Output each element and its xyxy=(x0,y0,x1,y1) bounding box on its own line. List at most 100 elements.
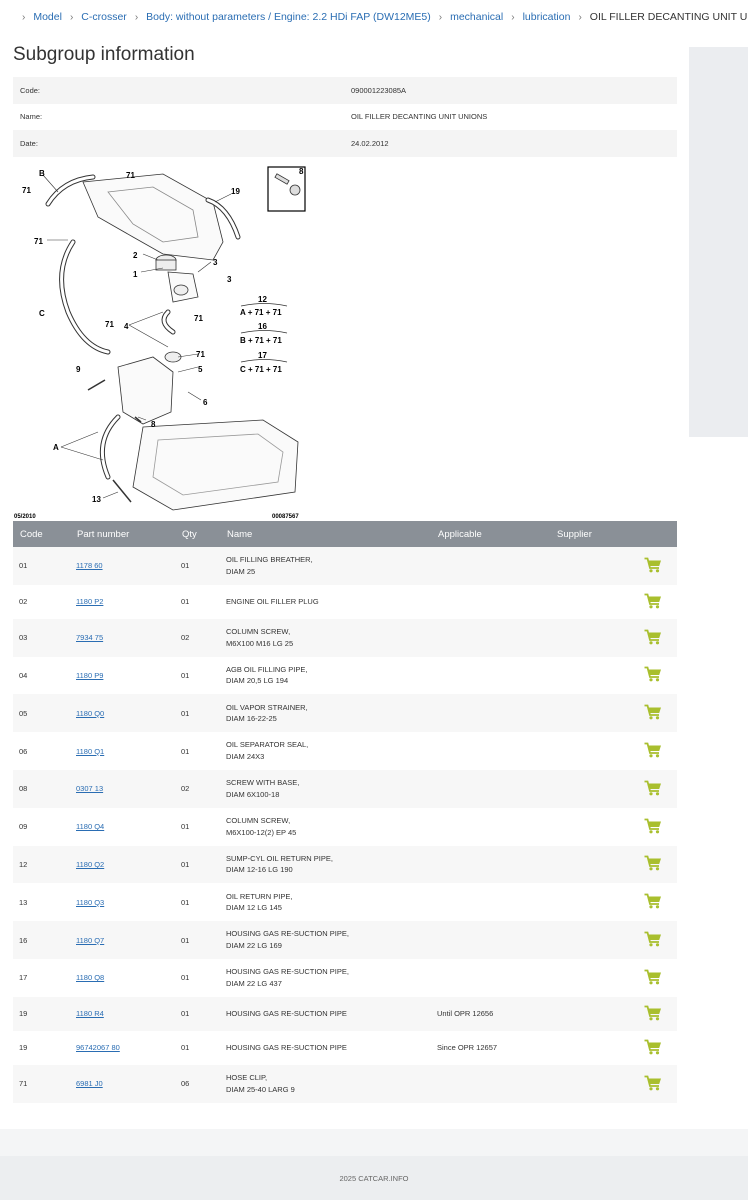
part-number-link[interactable]: 1180 Q4 xyxy=(76,822,104,831)
table-row: 12 1180 Q2 01 SUMP-CYL OIL RETURN PIPE, DIAM… xyxy=(13,845,677,884)
part-code: 06 xyxy=(19,746,28,756)
cart-icon[interactable] xyxy=(644,593,662,609)
part-supplier xyxy=(550,997,628,1031)
part-supplier xyxy=(550,694,628,732)
cart-icon[interactable] xyxy=(644,818,662,834)
cart-icon[interactable] xyxy=(644,629,662,645)
cart-icon[interactable] xyxy=(644,1005,662,1021)
cart-icon[interactable] xyxy=(644,969,662,985)
add-to-cart-cell xyxy=(628,657,677,695)
part-number-link[interactable]: 1180 Q7 xyxy=(76,936,104,945)
part-code: 08 xyxy=(19,784,28,794)
breadcrumb-separator: › xyxy=(134,11,139,23)
part-supplier xyxy=(550,547,628,585)
cart-icon[interactable] xyxy=(644,1075,662,1091)
part-name-line2: DIAM 12 LG 145 xyxy=(226,903,282,913)
info-key: Date: xyxy=(20,138,38,148)
breadcrumb-mechanical[interactable]: mechanical xyxy=(450,11,503,23)
part-applicable xyxy=(431,619,550,657)
part-name-line1: OIL FILLING BREATHER, xyxy=(226,555,313,565)
part-number-link[interactable]: 1178 60 xyxy=(76,561,103,570)
diagram-date-label: 05/2010 xyxy=(14,514,36,520)
table-row: 03 7934 75 02 COLUMN SCREW, M6X100 M16 LG 25 xyxy=(13,618,677,657)
part-applicable xyxy=(431,1065,550,1103)
cart-icon[interactable] xyxy=(644,666,662,682)
table-row: 09 1180 Q4 01 COLUMN SCREW, M6X100-12(2) EP … xyxy=(13,807,677,846)
cart-icon[interactable] xyxy=(644,931,662,947)
table-row: 01 1178 60 01 OIL FILLING BREATHER, DIAM 25 xyxy=(13,547,677,585)
part-supplier xyxy=(550,619,628,657)
part-name-line1: OIL VAPOR STRAINER, xyxy=(226,702,308,712)
part-applicable xyxy=(431,732,550,770)
part-qty: 01 xyxy=(181,670,190,680)
part-name-line1: COLUMN SCREW, xyxy=(226,627,291,637)
part-qty: 02 xyxy=(181,784,190,794)
part-name-line1: OIL SEPARATOR SEAL, xyxy=(226,740,309,750)
breadcrumb-c-crosser[interactable]: C-crosser xyxy=(81,11,127,23)
part-name: HOUSING GAS RE-SUCTION PIPE, DIAM 22 LG 1… xyxy=(220,921,431,959)
cart-icon[interactable] xyxy=(644,742,662,758)
callout-label: 9 xyxy=(76,365,81,374)
add-to-cart-cell xyxy=(628,619,677,657)
part-number-link[interactable]: 6981 J0 xyxy=(76,1079,103,1088)
part-code: 02 xyxy=(19,597,28,607)
column-header-applicable: Applicable xyxy=(431,521,550,547)
part-name-line2: DIAM 25-40 LARG 9 xyxy=(226,1084,295,1094)
part-name-line2: DIAM 22 LG 437 xyxy=(226,978,282,988)
part-qty: 01 xyxy=(181,935,190,945)
part-number-cell: 0307 13 xyxy=(70,770,175,808)
part-number-link[interactable]: 1180 R4 xyxy=(76,1009,104,1018)
part-number-link[interactable]: 1180 Q3 xyxy=(76,898,104,907)
cart-icon[interactable] xyxy=(644,780,662,796)
part-supplier xyxy=(550,808,628,846)
breadcrumb-lubrication[interactable]: lubrication xyxy=(523,11,571,23)
cart-icon[interactable] xyxy=(644,855,662,871)
add-to-cart-cell xyxy=(628,1065,677,1103)
breadcrumb-model[interactable]: Model xyxy=(33,11,62,23)
part-number-link[interactable]: 1180 Q1 xyxy=(76,747,104,756)
part-number-link[interactable]: 0307 13 xyxy=(76,784,103,793)
breadcrumb-body-engine[interactable]: Body: without parameters / Engine: 2.2 H… xyxy=(146,11,431,23)
part-applicable xyxy=(431,694,550,732)
part-number-cell: 1180 P2 xyxy=(70,585,175,619)
part-number-link[interactable]: 96742067 80 xyxy=(76,1043,120,1052)
info-value: OIL FILLER DECANTING UNIT UNIONS xyxy=(351,112,488,122)
part-qty: 01 xyxy=(181,1009,190,1019)
part-name: OIL RETURN PIPE, DIAM 12 LG 145 xyxy=(220,883,431,921)
callout-label: 6 xyxy=(203,398,208,407)
info-value: 090001223085A xyxy=(351,85,407,95)
add-to-cart-cell xyxy=(628,921,677,959)
kit-number-label: 16 xyxy=(258,322,267,331)
part-code: 17 xyxy=(19,973,28,983)
table-row: 16 1180 Q7 01 HOUSING GAS RE-SUCTION PIPE, D… xyxy=(13,921,677,959)
kit-formula-label: A + 71 + 71 xyxy=(240,308,282,317)
kit-formula-label: C + 71 + 71 xyxy=(240,365,282,374)
table-row: 19 96742067 80 01 HOUSING GAS RE-SUCTION PI… xyxy=(13,1030,677,1065)
part-number-link[interactable]: 1180 Q0 xyxy=(76,709,104,718)
add-to-cart-cell xyxy=(628,547,677,585)
kit-number-label: 12 xyxy=(258,295,267,304)
footer-spacer xyxy=(0,1129,748,1156)
callout-label: B xyxy=(39,169,45,178)
table-row: 08 0307 13 02 SCREW WITH BASE, DIAM 6X100-18 xyxy=(13,769,677,808)
part-number-link[interactable]: 1180 Q8 xyxy=(76,973,104,982)
part-name: COLUMN SCREW, M6X100 M16 LG 25 xyxy=(220,619,431,657)
cart-icon[interactable] xyxy=(644,557,662,573)
part-name-line2: DIAM 24X3 xyxy=(226,752,265,762)
part-number-link[interactable]: 1180 P9 xyxy=(76,671,103,680)
add-to-cart-cell xyxy=(628,770,677,808)
cart-icon[interactable] xyxy=(644,893,662,909)
callout-label: 19 xyxy=(231,187,240,196)
callout-label: 5 xyxy=(198,365,203,374)
part-number-link[interactable]: 1180 Q2 xyxy=(76,860,104,869)
cart-icon[interactable] xyxy=(644,1039,662,1055)
part-code: 19 xyxy=(19,1009,28,1019)
part-number-link[interactable]: 1180 P2 xyxy=(76,597,103,606)
kit-number-label: 17 xyxy=(258,351,267,360)
part-number-cell: 1180 Q8 xyxy=(70,959,175,997)
table-row: 06 1180 Q1 01 OIL SEPARATOR SEAL, DIAM 24X3 xyxy=(13,732,677,770)
cart-icon[interactable] xyxy=(644,704,662,720)
part-applicable xyxy=(431,770,550,808)
part-number-link[interactable]: 7934 75 xyxy=(76,633,103,642)
callout-label: 71 xyxy=(22,186,31,195)
